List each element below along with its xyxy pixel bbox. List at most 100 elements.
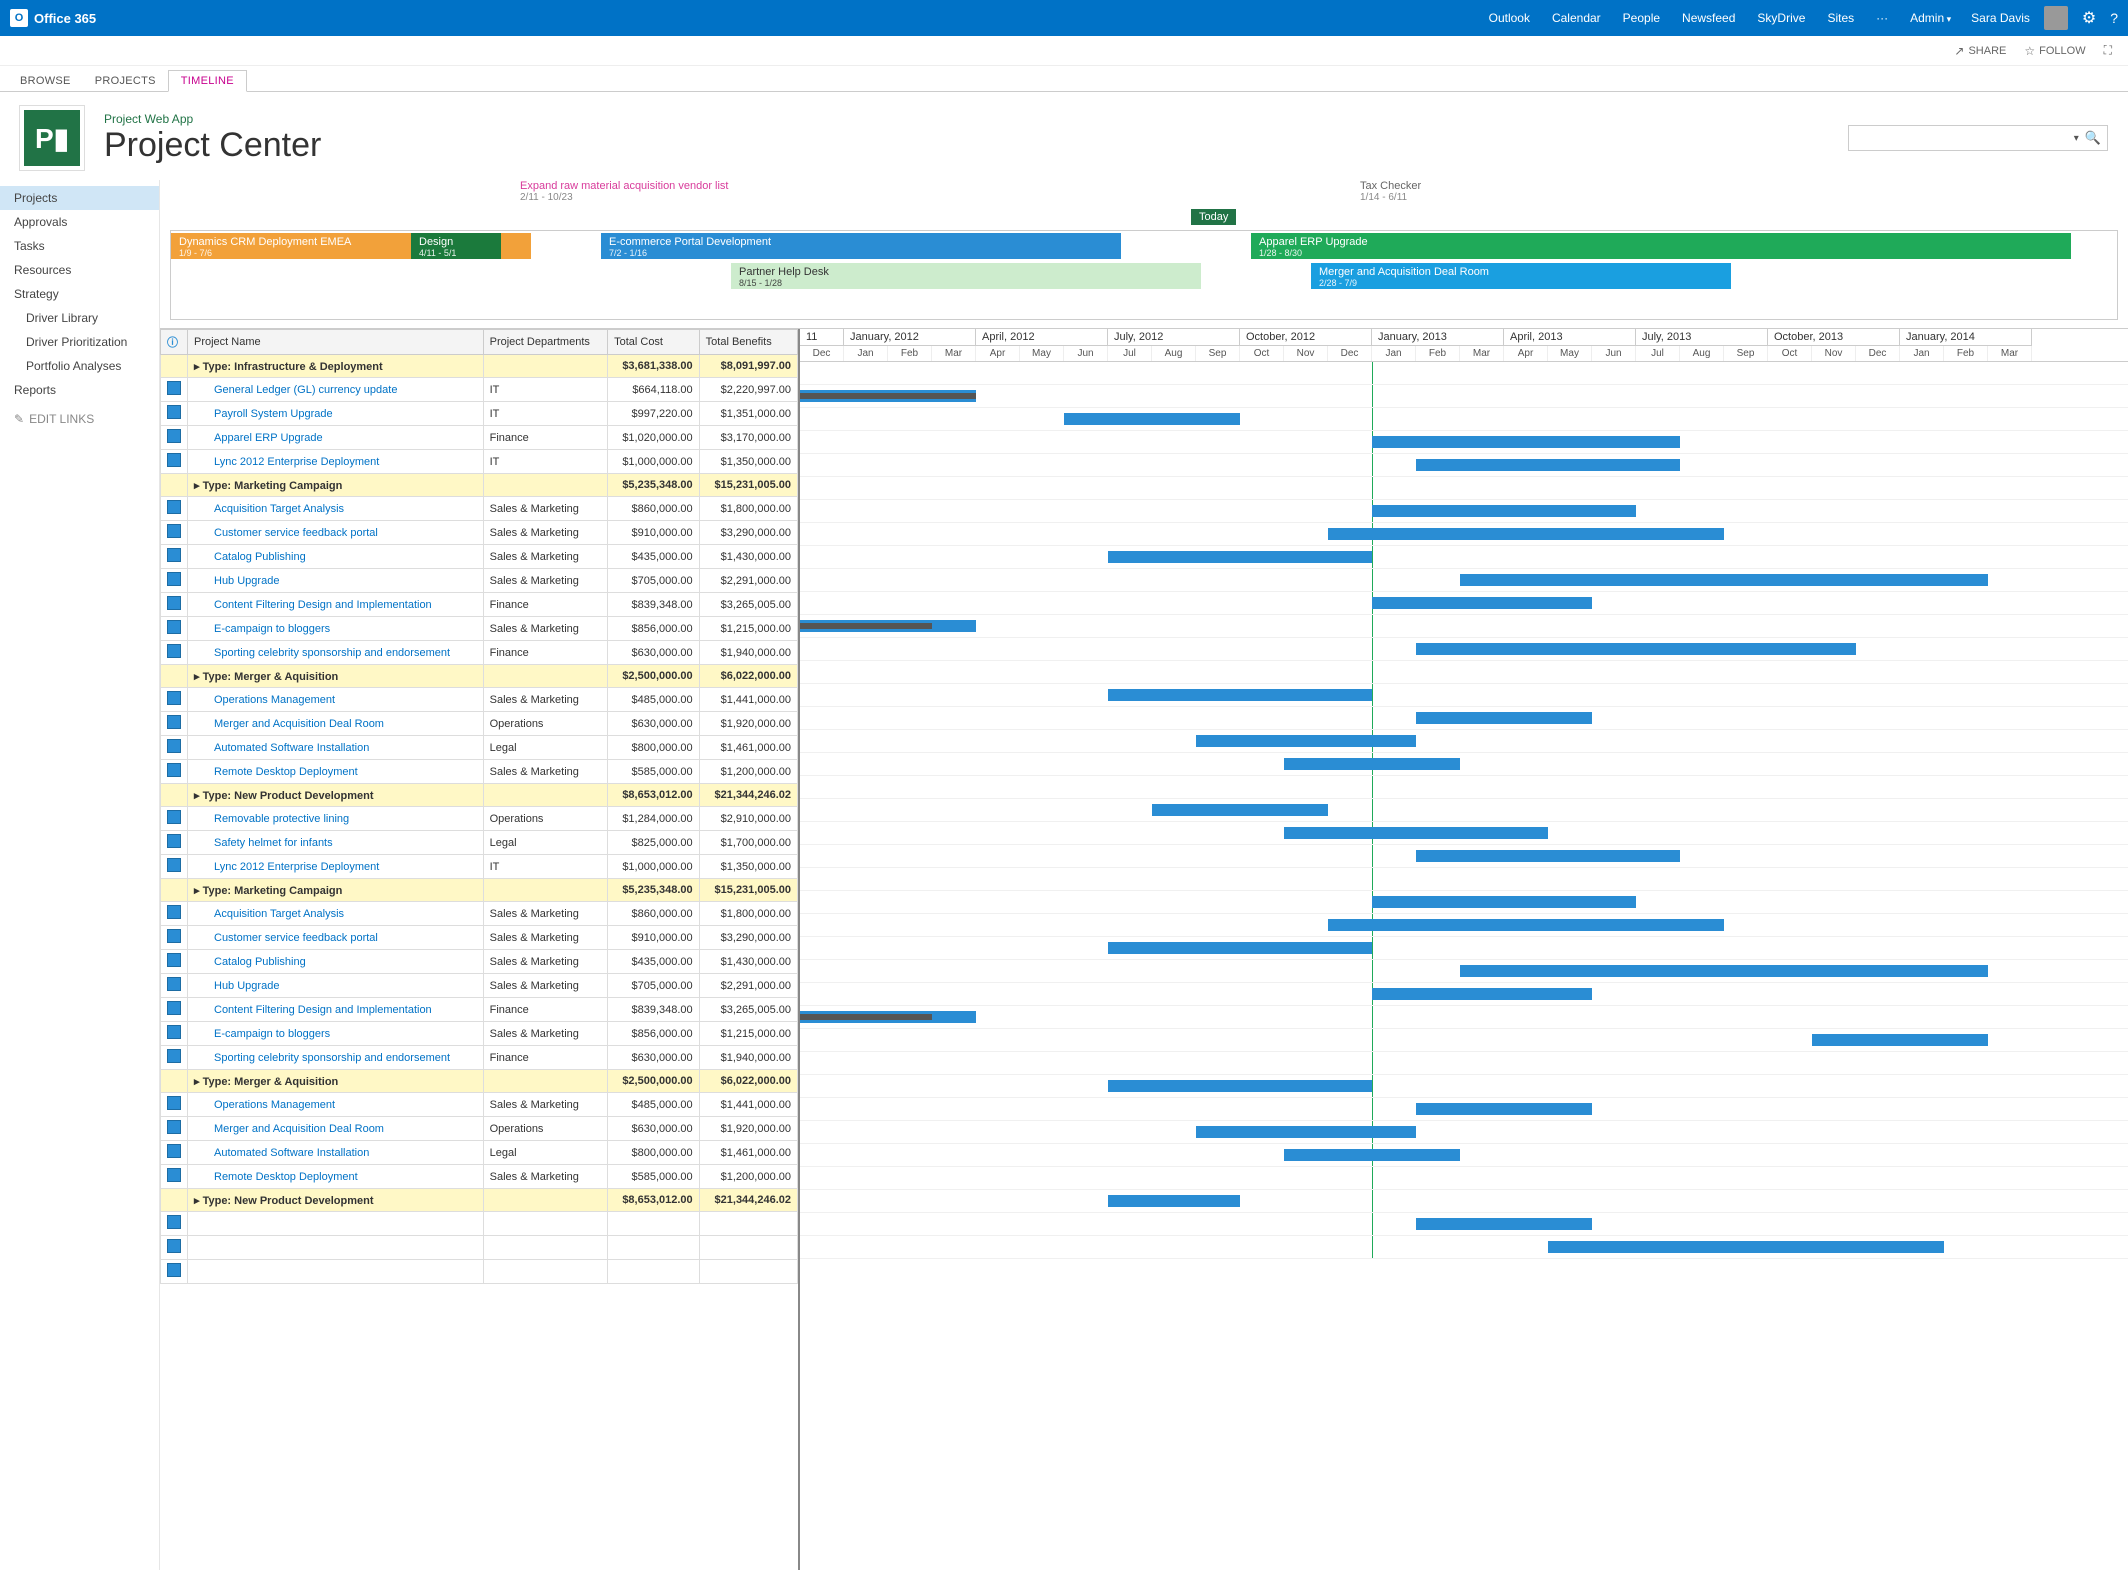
ribbon-tab-projects[interactable]: PROJECTS bbox=[83, 71, 168, 91]
suite-nav-item[interactable]: People bbox=[1623, 11, 1660, 25]
gantt-bar[interactable] bbox=[1108, 1195, 1240, 1207]
project-row[interactable]: Customer service feedback portalSales & … bbox=[161, 521, 798, 545]
gantt-bar[interactable] bbox=[1108, 1080, 1372, 1092]
project-row[interactable] bbox=[161, 1236, 798, 1260]
suite-nav-item[interactable]: SkyDrive bbox=[1757, 11, 1805, 25]
project-name-link[interactable]: Payroll System Upgrade bbox=[188, 402, 484, 426]
project-name-link[interactable]: E-campaign to bloggers bbox=[188, 1022, 484, 1046]
project-row[interactable]: Sporting celebrity sponsorship and endor… bbox=[161, 1046, 798, 1070]
project-name-link[interactable]: Operations Management bbox=[188, 688, 484, 712]
search-box[interactable]: ▾ 🔍 bbox=[1848, 125, 2108, 151]
col-icon[interactable]: ⓘ bbox=[161, 330, 188, 355]
project-row[interactable]: E-campaign to bloggersSales & Marketing$… bbox=[161, 1022, 798, 1046]
gantt-bar[interactable] bbox=[1108, 689, 1372, 701]
project-row[interactable]: Sporting celebrity sponsorship and endor… bbox=[161, 641, 798, 665]
project-name-link[interactable]: Customer service feedback portal bbox=[188, 926, 484, 950]
project-row[interactable]: Safety helmet for infantsLegal$825,000.0… bbox=[161, 831, 798, 855]
breadcrumb[interactable]: Project Web App bbox=[104, 112, 193, 126]
gantt-bar[interactable] bbox=[1548, 1241, 1944, 1253]
project-row[interactable]: Catalog PublishingSales & Marketing$435,… bbox=[161, 545, 798, 569]
project-name-link[interactable]: Sporting celebrity sponsorship and endor… bbox=[188, 641, 484, 665]
ribbon-tab-timeline[interactable]: TIMELINE bbox=[168, 70, 247, 92]
project-name-link[interactable]: Merger and Acquisition Deal Room bbox=[188, 712, 484, 736]
gantt-bar[interactable] bbox=[1064, 413, 1240, 425]
suite-nav-item[interactable]: Outlook bbox=[1489, 11, 1530, 25]
gantt-bar[interactable] bbox=[1328, 919, 1724, 931]
column-header[interactable]: Total Cost bbox=[608, 330, 700, 355]
gantt-bar[interactable] bbox=[1416, 850, 1680, 862]
help-icon[interactable]: ? bbox=[2110, 10, 2118, 26]
suite-nav-item[interactable]: ··· bbox=[1876, 11, 1888, 25]
project-row[interactable]: Acquisition Target AnalysisSales & Marke… bbox=[161, 902, 798, 926]
avatar[interactable] bbox=[2044, 6, 2068, 30]
gantt-bar[interactable] bbox=[1372, 436, 1680, 448]
project-name-link[interactable]: Catalog Publishing bbox=[188, 545, 484, 569]
edit-links-button[interactable]: ✎EDIT LINKS bbox=[0, 412, 159, 426]
project-row[interactable]: Remote Desktop DeploymentSales & Marketi… bbox=[161, 1165, 798, 1189]
group-header[interactable]: ▸ Type: Merger & Aquisition$2,500,000.00… bbox=[161, 665, 798, 688]
suite-nav-item[interactable]: Sites bbox=[1827, 11, 1854, 25]
project-row[interactable]: Hub UpgradeSales & Marketing$705,000.00$… bbox=[161, 974, 798, 998]
nav-item-approvals[interactable]: Approvals bbox=[0, 210, 159, 234]
column-header[interactable]: Total Benefits bbox=[699, 330, 797, 355]
chevron-down-icon[interactable]: ▾ bbox=[2074, 133, 2079, 144]
project-name-link[interactable]: Apparel ERP Upgrade bbox=[188, 426, 484, 450]
gantt-bar[interactable] bbox=[1108, 551, 1372, 563]
suite-nav-item[interactable]: Admin ▾ bbox=[1910, 11, 1951, 25]
timeline-band[interactable]: Today Dynamics CRM Deployment EMEA1/9 - … bbox=[170, 230, 2118, 320]
project-row[interactable]: Merger and Acquisition Deal RoomOperatio… bbox=[161, 1117, 798, 1141]
timeline-callout[interactable]: Expand raw material acquisition vendor l… bbox=[520, 180, 729, 203]
gantt-bar[interactable] bbox=[1416, 712, 1592, 724]
project-name-link[interactable]: General Ledger (GL) currency update bbox=[188, 378, 484, 402]
suite-nav-item[interactable]: Newsfeed bbox=[1682, 11, 1735, 25]
gantt-bar[interactable] bbox=[1416, 1103, 1592, 1115]
project-name-link[interactable]: E-campaign to bloggers bbox=[188, 617, 484, 641]
suite-brand[interactable]: O Office 365 bbox=[10, 9, 96, 27]
project-name-link[interactable] bbox=[188, 1260, 484, 1284]
project-row[interactable]: Lync 2012 Enterprise DeploymentIT$1,000,… bbox=[161, 450, 798, 474]
project-name-link[interactable]: Merger and Acquisition Deal Room bbox=[188, 1117, 484, 1141]
nav-item-resources[interactable]: Resources bbox=[0, 258, 159, 282]
project-row[interactable]: Customer service feedback portalSales & … bbox=[161, 926, 798, 950]
project-name-link[interactable]: Content Filtering Design and Implementat… bbox=[188, 998, 484, 1022]
project-row[interactable]: Operations ManagementSales & Marketing$4… bbox=[161, 1093, 798, 1117]
suite-nav-item[interactable]: Calendar bbox=[1552, 11, 1601, 25]
project-row[interactable]: General Ledger (GL) currency updateIT$66… bbox=[161, 378, 798, 402]
project-name-link[interactable]: Operations Management bbox=[188, 1093, 484, 1117]
gantt-bar[interactable] bbox=[1416, 643, 1856, 655]
gantt-bar[interactable] bbox=[1328, 528, 1724, 540]
gantt-bar[interactable] bbox=[1108, 942, 1372, 954]
project-row[interactable]: Automated Software InstallationLegal$800… bbox=[161, 1141, 798, 1165]
project-row[interactable]: Content Filtering Design and Implementat… bbox=[161, 593, 798, 617]
project-row[interactable]: Hub UpgradeSales & Marketing$705,000.00$… bbox=[161, 569, 798, 593]
project-row[interactable]: Content Filtering Design and Implementat… bbox=[161, 998, 798, 1022]
timeline-callout[interactable]: Tax Checker1/14 - 6/11 bbox=[1360, 180, 1421, 203]
project-name-link[interactable]: Automated Software Installation bbox=[188, 736, 484, 760]
project-name-link[interactable]: Content Filtering Design and Implementat… bbox=[188, 593, 484, 617]
group-header[interactable]: ▸ Type: Infrastructure & Deployment$3,68… bbox=[161, 355, 798, 378]
gantt-bar[interactable] bbox=[1372, 505, 1636, 517]
project-row[interactable]: Catalog PublishingSales & Marketing$435,… bbox=[161, 950, 798, 974]
nav-item-strategy[interactable]: Strategy bbox=[0, 282, 159, 306]
ribbon-tab-browse[interactable]: BROWSE bbox=[8, 71, 83, 91]
timeline-bar[interactable]: Merger and Acquisition Deal Room2/28 - 7… bbox=[1311, 263, 1731, 289]
column-header[interactable]: Project Departments bbox=[483, 330, 607, 355]
follow-button[interactable]: ☆ FOLLOW bbox=[2024, 44, 2085, 58]
gantt-bar[interactable] bbox=[1196, 735, 1416, 747]
project-row[interactable] bbox=[161, 1260, 798, 1284]
group-header[interactable]: ▸ Type: Marketing Campaign$5,235,348.00$… bbox=[161, 879, 798, 902]
project-name-link[interactable]: Sporting celebrity sponsorship and endor… bbox=[188, 1046, 484, 1070]
project-name-link[interactable]: Lync 2012 Enterprise Deployment bbox=[188, 450, 484, 474]
gantt-bar[interactable] bbox=[1372, 896, 1636, 908]
gantt-bar[interactable] bbox=[1416, 1218, 1592, 1230]
project-name-link[interactable]: Customer service feedback portal bbox=[188, 521, 484, 545]
gantt-bar[interactable] bbox=[1416, 459, 1680, 471]
gantt-bar[interactable] bbox=[1196, 1126, 1416, 1138]
user-name[interactable]: Sara Davis bbox=[1971, 11, 2030, 25]
group-header[interactable]: ▸ Type: New Product Development$8,653,01… bbox=[161, 1189, 798, 1212]
project-name-link[interactable] bbox=[188, 1212, 484, 1236]
group-header[interactable]: ▸ Type: New Product Development$8,653,01… bbox=[161, 784, 798, 807]
nav-item-driver-library[interactable]: Driver Library bbox=[0, 306, 159, 330]
gantt-bar[interactable] bbox=[1284, 758, 1460, 770]
project-name-link[interactable]: Remote Desktop Deployment bbox=[188, 1165, 484, 1189]
